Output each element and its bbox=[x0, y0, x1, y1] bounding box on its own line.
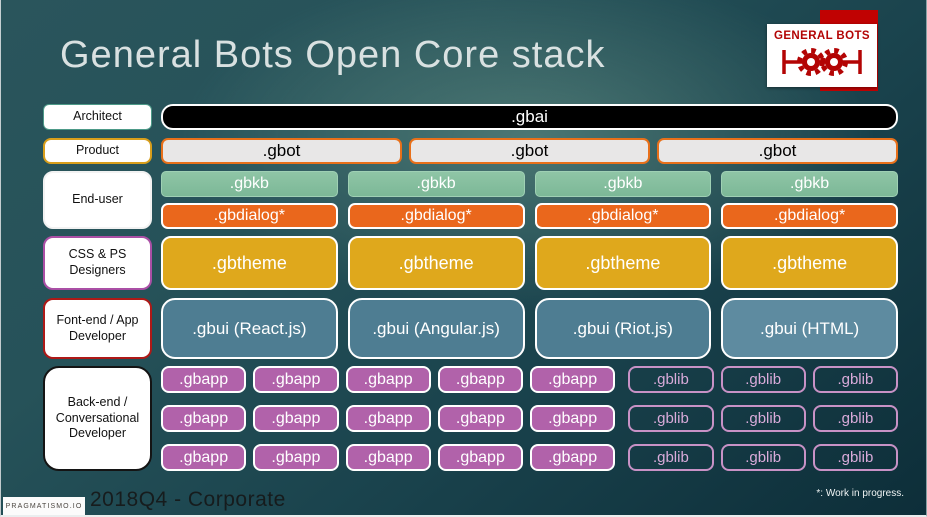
gblib-box: .gblib bbox=[812, 444, 898, 471]
gbapp-box: .gbapp bbox=[530, 405, 616, 432]
gblib-box: .gblib bbox=[720, 366, 806, 393]
gbapp-box: .gbapp bbox=[437, 366, 523, 393]
pragmatismo-badge: PRAGMATISMO.IO bbox=[3, 497, 85, 515]
stack-diagram: Architect .gbai Product .gbot .gbot .gbo… bbox=[43, 104, 898, 471]
general-bots-logo: GENERAL BOTS bbox=[761, 0, 921, 100]
gblib-box: .gblib bbox=[628, 405, 714, 432]
gbapp-gblib-row: .gbapp .gbapp .gbapp .gbapp .gbapp .gbli… bbox=[161, 444, 898, 471]
gblib-box: .gblib bbox=[812, 366, 898, 393]
slide-title: General Bots Open Core stack bbox=[60, 34, 606, 76]
gbapp-box: .gbapp bbox=[161, 405, 247, 432]
footer-caption: 2018Q4 - Corporate bbox=[90, 488, 286, 511]
row-architect: Architect .gbai bbox=[43, 104, 898, 130]
gblib-box: .gblib bbox=[720, 405, 806, 432]
gbkb-box: .gbkb bbox=[721, 171, 898, 197]
gbui-html-box: .gbui (HTML) bbox=[721, 298, 898, 359]
gbapp-box: .gbapp bbox=[253, 444, 339, 471]
logo-brand-text: GENERAL BOTS bbox=[774, 30, 870, 42]
row-label-end-user: End-user bbox=[43, 171, 152, 229]
gbui-riot-box: .gbui (Riot.js) bbox=[534, 298, 712, 359]
gbdialog-box: .gbdialog* bbox=[721, 203, 898, 229]
row-label-architect: Architect bbox=[43, 104, 152, 130]
gbapp-box: .gbapp bbox=[345, 366, 431, 393]
row-label-frontend: Font-end / App Developer bbox=[43, 298, 152, 359]
gbapp-gblib-row: .gbapp .gbapp .gbapp .gbapp .gbapp .gbli… bbox=[161, 366, 898, 393]
gbui-angular-box: .gbui (Angular.js) bbox=[347, 298, 525, 359]
row-end-user: End-user .gbkb .gbkb .gbkb .gbkb .gbdial… bbox=[43, 171, 898, 229]
gbai-box: .gbai bbox=[161, 104, 898, 130]
row-backend: Back-end / Conversational Developer .gba… bbox=[43, 366, 898, 471]
row-designers: CSS & PS Designers .gbtheme .gbtheme .gb… bbox=[43, 236, 898, 290]
gblib-box: .gblib bbox=[628, 366, 714, 393]
logo-card: GENERAL BOTS bbox=[767, 24, 877, 87]
gbtheme-box: .gbtheme bbox=[161, 236, 338, 290]
row-label-designers: CSS & PS Designers bbox=[43, 236, 152, 290]
gbapp-box: .gbapp bbox=[530, 444, 616, 471]
gbapp-gblib-row: .gbapp .gbapp .gbapp .gbapp .gbapp .gbli… bbox=[161, 405, 898, 432]
work-in-progress-note: *: Work in progress. bbox=[816, 488, 904, 499]
gbot-box: .gbot bbox=[409, 138, 650, 164]
gbapp-box: .gbapp bbox=[161, 444, 247, 471]
gbdialog-row: .gbdialog* .gbdialog* .gbdialog* .gbdial… bbox=[161, 203, 898, 229]
gbdialog-box: .gbdialog* bbox=[161, 203, 338, 229]
gbkb-box: .gbkb bbox=[534, 171, 712, 197]
gbkb-box: .gbkb bbox=[161, 171, 338, 197]
gbdialog-box: .gbdialog* bbox=[347, 203, 525, 229]
gblib-box: .gblib bbox=[720, 444, 806, 471]
gblib-box: .gblib bbox=[628, 444, 714, 471]
gbapp-box: .gbapp bbox=[161, 366, 247, 393]
gbot-box: .gbot bbox=[161, 138, 402, 164]
gears-icon bbox=[782, 48, 862, 76]
gbui-react-box: .gbui (React.js) bbox=[161, 298, 338, 359]
gbot-box: .gbot bbox=[657, 138, 898, 164]
gbtheme-box: .gbtheme bbox=[721, 236, 898, 290]
gbkb-row: .gbkb .gbkb .gbkb .gbkb bbox=[161, 171, 898, 197]
gbtheme-box: .gbtheme bbox=[534, 236, 712, 290]
gbapp-box: .gbapp bbox=[437, 444, 523, 471]
gbapp-box: .gbapp bbox=[345, 444, 431, 471]
gbapp-box: .gbapp bbox=[530, 366, 616, 393]
gbapp-box: .gbapp bbox=[437, 405, 523, 432]
row-product: Product .gbot .gbot .gbot bbox=[43, 138, 898, 164]
row-label-product: Product bbox=[43, 138, 152, 164]
row-label-backend: Back-end / Conversational Developer bbox=[43, 366, 152, 471]
gbapp-box: .gbapp bbox=[253, 366, 339, 393]
gbdialog-box: .gbdialog* bbox=[534, 203, 712, 229]
gbapp-box: .gbapp bbox=[253, 405, 339, 432]
gblib-box: .gblib bbox=[812, 405, 898, 432]
row-frontend: Font-end / App Developer .gbui (React.js… bbox=[43, 298, 898, 359]
gbtheme-box: .gbtheme bbox=[347, 236, 525, 290]
gbapp-box: .gbapp bbox=[345, 405, 431, 432]
slide-canvas: General Bots Open Core stack GENERAL BOT… bbox=[0, 0, 927, 517]
gbkb-box: .gbkb bbox=[347, 171, 525, 197]
